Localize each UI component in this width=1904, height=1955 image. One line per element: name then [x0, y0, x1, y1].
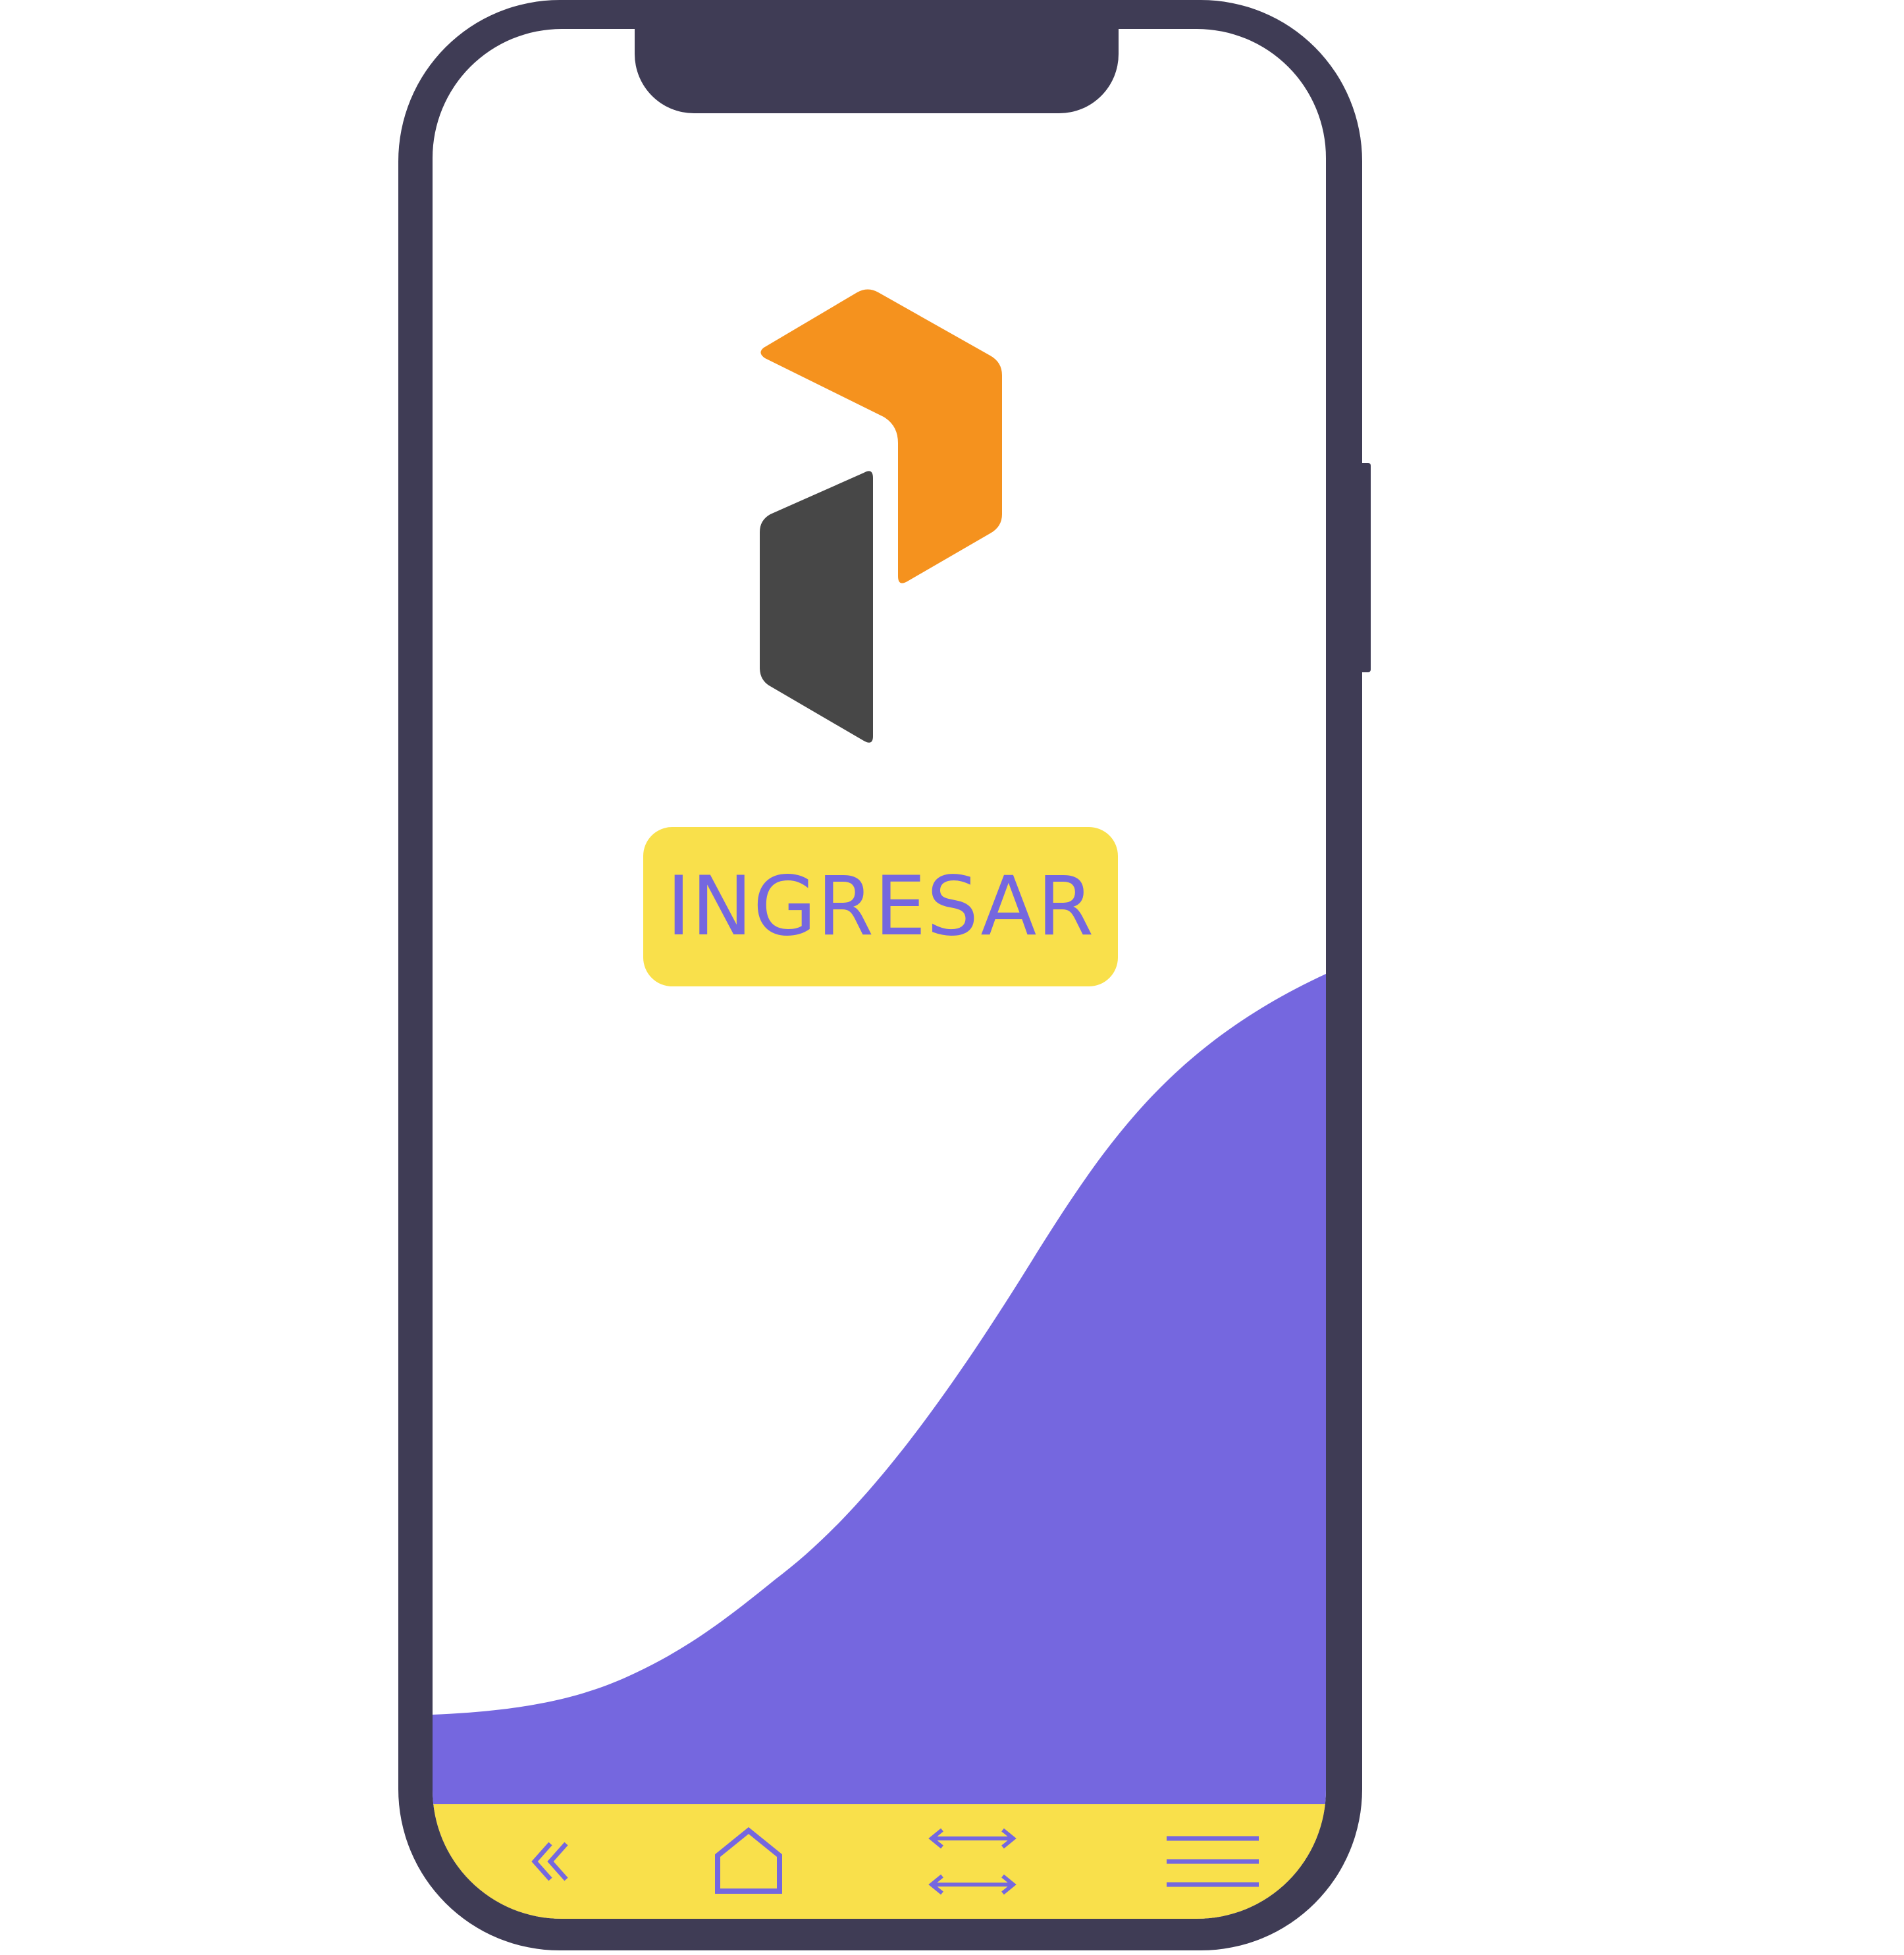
nav-home-button[interactable]: [696, 1804, 801, 1919]
nav-back-button[interactable]: [505, 1804, 597, 1919]
double-chevron-left-icon: [531, 1842, 568, 1881]
home-icon: [715, 1827, 782, 1894]
nav-swap-button[interactable]: [920, 1804, 1025, 1919]
bottom-nav-bar: [433, 1804, 1326, 1919]
nav-menu-button[interactable]: [1157, 1804, 1269, 1919]
phone-side-button: [1356, 463, 1371, 672]
swap-arrows-icon: [928, 1828, 1017, 1895]
phone-screen: INGRESAR: [433, 29, 1326, 1919]
enter-button[interactable]: INGRESAR: [643, 827, 1118, 986]
phone-notch: [635, 20, 1119, 113]
brand-logo-icon: [760, 289, 1002, 743]
menu-icon: [1167, 1836, 1259, 1887]
